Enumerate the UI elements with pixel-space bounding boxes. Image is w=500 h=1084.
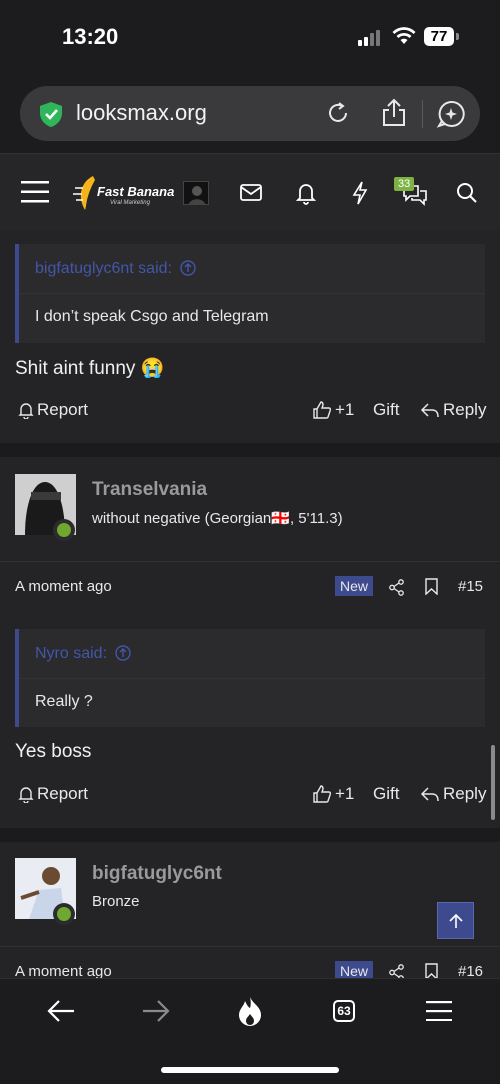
gift-button[interactable]: Gift [373,400,399,420]
post-author: Transelvania without negative (Georgian🇬… [0,457,500,561]
post-separator [0,443,500,457]
reload-icon[interactable] [325,100,351,126]
quote-author[interactable]: Nyro said: [35,645,107,662]
post: bigfatuglyc6nt Bronze A moment ago New #… [0,842,500,978]
site-header: Fast Banana Viral Marketing 33 [0,153,500,230]
thumbs-up-icon [313,785,332,803]
reply-icon [420,787,439,802]
quote-header[interactable]: bigfatuglyc6nt said: [19,244,485,294]
quote-author[interactable]: bigfatuglyc6nt said: [35,260,172,277]
reply-icon [420,403,439,418]
inbox-icon[interactable] [240,184,262,202]
post-actions: Report +1 Gift Reply [0,400,500,430]
new-badge: New [335,576,374,596]
thumbs-up-icon [313,401,332,419]
share-icon[interactable] [381,98,407,128]
brand-tagline: Viral Marketing [110,200,150,206]
bookmark-icon[interactable] [425,963,438,978]
status-bar: 13:20 77 [0,0,500,76]
wifi-icon [392,27,416,44]
scrollbar[interactable] [491,745,495,820]
reply-label: Reply [443,784,487,803]
url-text[interactable]: looksmax.org [76,100,207,126]
post: bigfatuglyc6nt said: I don’t speak Csgo … [0,230,500,443]
post-time[interactable]: A moment ago [15,963,112,978]
forward-arrow-icon[interactable] [141,999,171,1023]
shield-check-icon [40,102,62,127]
like-count: +1 [335,400,355,419]
online-indicator [53,903,75,925]
post-author: bigfatuglyc6nt Bronze [0,842,500,946]
user-avatar[interactable] [183,181,209,205]
report-button[interactable]: Report [18,784,88,804]
post-number[interactable]: #16 [458,963,483,978]
report-label: Report [37,784,89,803]
report-label: Report [37,400,89,419]
post: Transelvania without negative (Georgian🇬… [0,457,500,828]
arrow-up-circle-icon[interactable] [115,645,132,661]
tab-count-button[interactable]: 63 [333,1000,355,1022]
quote-block: Nyro said: Really ? [15,629,485,727]
divider [422,100,423,128]
bell-icon [18,787,34,803]
battery-level: 77 [424,27,454,46]
author-username[interactable]: Transelvania [92,479,207,501]
ai-assistant-icon[interactable] [436,99,466,129]
post-separator [0,828,500,842]
arrow-up-icon [448,913,463,928]
fire-icon[interactable] [237,996,263,1026]
thread-content: bigfatuglyc6nt said: I don’t speak Csgo … [0,230,500,978]
like-button[interactable]: +1 [312,400,354,420]
author-username[interactable]: bigfatuglyc6nt [92,863,222,885]
post-time[interactable]: A moment ago [15,578,112,595]
online-indicator [53,519,75,541]
share-icon[interactable] [389,964,405,978]
browser-toolbar: 63 [0,978,500,1084]
reply-button[interactable]: Reply [420,784,486,804]
cellular-signal-icon [358,30,382,46]
bookmark-icon[interactable] [425,578,438,595]
arrow-up-circle-icon[interactable] [180,260,197,276]
address-bar[interactable]: looksmax.org [20,86,480,141]
report-button[interactable]: Report [18,400,88,420]
chat-badge: 33 [394,177,415,191]
author-title: without negative (Georgian🇬🇪, 5'11.3) [92,510,343,527]
post-actions: Report +1 Gift Reply [0,784,500,814]
post-message: Shit aint funny 😭 [15,358,165,379]
status-time: 13:20 [62,24,119,49]
quote-header[interactable]: Nyro said: [19,629,485,679]
quote-text: I don’t speak Csgo and Telegram [35,308,269,325]
home-indicator [161,1067,339,1073]
post-meta: A moment ago New #15 [0,561,500,611]
menu-icon[interactable] [426,1001,452,1021]
hamburger-menu-icon[interactable] [21,181,49,203]
bell-icon[interactable] [296,181,316,205]
brand-name[interactable]: Fast Banana [97,184,174,199]
battery-icon [456,33,459,40]
search-icon[interactable] [456,182,478,204]
share-icon[interactable] [389,579,405,596]
quote-text: Really ? [35,693,93,710]
new-badge: New [335,961,374,978]
post-meta: A moment ago New #16 [0,946,500,978]
like-count: +1 [335,784,355,803]
reply-label: Reply [443,400,487,419]
quote-block: bigfatuglyc6nt said: I don’t speak Csgo … [15,244,485,343]
post-message: Yes boss [15,741,92,762]
scroll-to-top-button[interactable] [437,902,474,939]
bell-icon [18,403,34,419]
lightning-icon[interactable] [352,181,368,205]
author-title: Bronze [92,893,140,910]
like-button[interactable]: +1 [312,784,354,804]
post-number[interactable]: #15 [458,578,483,595]
reply-button[interactable]: Reply [420,400,486,420]
gift-button[interactable]: Gift [373,784,399,804]
back-arrow-icon[interactable] [46,999,76,1023]
